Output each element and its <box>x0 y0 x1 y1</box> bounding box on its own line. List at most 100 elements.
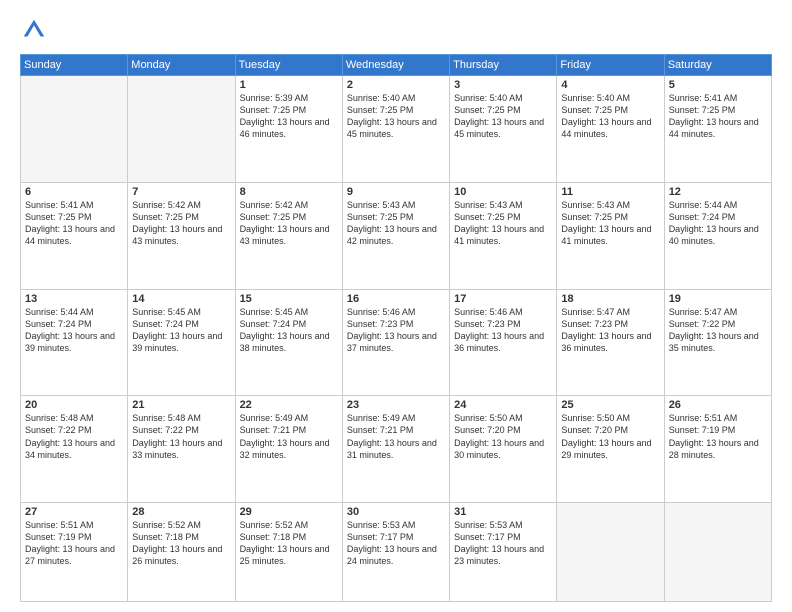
calendar-cell: 15Sunrise: 5:45 AM Sunset: 7:24 PM Dayli… <box>235 289 342 396</box>
calendar-cell: 22Sunrise: 5:49 AM Sunset: 7:21 PM Dayli… <box>235 396 342 503</box>
day-number: 10 <box>454 186 552 198</box>
calendar-cell: 16Sunrise: 5:46 AM Sunset: 7:23 PM Dayli… <box>342 289 449 396</box>
day-number: 1 <box>240 79 338 91</box>
day-info: Sunrise: 5:42 AM Sunset: 7:25 PM Dayligh… <box>132 199 230 248</box>
day-info: Sunrise: 5:47 AM Sunset: 7:23 PM Dayligh… <box>561 306 659 355</box>
day-number: 15 <box>240 293 338 305</box>
calendar-cell: 9Sunrise: 5:43 AM Sunset: 7:25 PM Daylig… <box>342 182 449 289</box>
day-info: Sunrise: 5:46 AM Sunset: 7:23 PM Dayligh… <box>347 306 445 355</box>
calendar-cell <box>128 76 235 183</box>
day-number: 3 <box>454 79 552 91</box>
day-info: Sunrise: 5:41 AM Sunset: 7:25 PM Dayligh… <box>25 199 123 248</box>
calendar-cell: 8Sunrise: 5:42 AM Sunset: 7:25 PM Daylig… <box>235 182 342 289</box>
day-info: Sunrise: 5:53 AM Sunset: 7:17 PM Dayligh… <box>347 519 445 568</box>
day-number: 14 <box>132 293 230 305</box>
day-number: 8 <box>240 186 338 198</box>
header <box>20 16 772 44</box>
day-info: Sunrise: 5:48 AM Sunset: 7:22 PM Dayligh… <box>132 412 230 461</box>
day-number: 7 <box>132 186 230 198</box>
calendar-cell: 24Sunrise: 5:50 AM Sunset: 7:20 PM Dayli… <box>450 396 557 503</box>
day-info: Sunrise: 5:39 AM Sunset: 7:25 PM Dayligh… <box>240 92 338 141</box>
day-info: Sunrise: 5:52 AM Sunset: 7:18 PM Dayligh… <box>240 519 338 568</box>
day-number: 4 <box>561 79 659 91</box>
day-info: Sunrise: 5:49 AM Sunset: 7:21 PM Dayligh… <box>347 412 445 461</box>
day-number: 6 <box>25 186 123 198</box>
day-number: 24 <box>454 399 552 411</box>
day-number: 2 <box>347 79 445 91</box>
day-info: Sunrise: 5:45 AM Sunset: 7:24 PM Dayligh… <box>132 306 230 355</box>
calendar-cell: 2Sunrise: 5:40 AM Sunset: 7:25 PM Daylig… <box>342 76 449 183</box>
calendar-week-5: 27Sunrise: 5:51 AM Sunset: 7:19 PM Dayli… <box>21 503 772 602</box>
day-info: Sunrise: 5:43 AM Sunset: 7:25 PM Dayligh… <box>454 199 552 248</box>
calendar-cell: 29Sunrise: 5:52 AM Sunset: 7:18 PM Dayli… <box>235 503 342 602</box>
calendar-header-row: SundayMondayTuesdayWednesdayThursdayFrid… <box>21 55 772 76</box>
day-number: 28 <box>132 506 230 518</box>
day-number: 27 <box>25 506 123 518</box>
calendar-cell: 6Sunrise: 5:41 AM Sunset: 7:25 PM Daylig… <box>21 182 128 289</box>
calendar-cell: 4Sunrise: 5:40 AM Sunset: 7:25 PM Daylig… <box>557 76 664 183</box>
calendar-cell: 19Sunrise: 5:47 AM Sunset: 7:22 PM Dayli… <box>664 289 771 396</box>
calendar-cell: 13Sunrise: 5:44 AM Sunset: 7:24 PM Dayli… <box>21 289 128 396</box>
calendar-week-4: 20Sunrise: 5:48 AM Sunset: 7:22 PM Dayli… <box>21 396 772 503</box>
day-number: 12 <box>669 186 767 198</box>
logo <box>20 16 52 44</box>
day-header-thursday: Thursday <box>450 55 557 76</box>
day-number: 18 <box>561 293 659 305</box>
day-info: Sunrise: 5:43 AM Sunset: 7:25 PM Dayligh… <box>561 199 659 248</box>
calendar-cell <box>664 503 771 602</box>
calendar-cell <box>21 76 128 183</box>
day-info: Sunrise: 5:52 AM Sunset: 7:18 PM Dayligh… <box>132 519 230 568</box>
calendar-table: SundayMondayTuesdayWednesdayThursdayFrid… <box>20 54 772 602</box>
day-info: Sunrise: 5:53 AM Sunset: 7:17 PM Dayligh… <box>454 519 552 568</box>
calendar-cell: 12Sunrise: 5:44 AM Sunset: 7:24 PM Dayli… <box>664 182 771 289</box>
day-info: Sunrise: 5:48 AM Sunset: 7:22 PM Dayligh… <box>25 412 123 461</box>
day-number: 30 <box>347 506 445 518</box>
calendar-cell: 27Sunrise: 5:51 AM Sunset: 7:19 PM Dayli… <box>21 503 128 602</box>
day-header-tuesday: Tuesday <box>235 55 342 76</box>
page: SundayMondayTuesdayWednesdayThursdayFrid… <box>0 0 792 612</box>
calendar-cell: 20Sunrise: 5:48 AM Sunset: 7:22 PM Dayli… <box>21 396 128 503</box>
day-number: 31 <box>454 506 552 518</box>
logo-icon <box>20 16 48 44</box>
day-number: 22 <box>240 399 338 411</box>
day-info: Sunrise: 5:51 AM Sunset: 7:19 PM Dayligh… <box>25 519 123 568</box>
day-number: 23 <box>347 399 445 411</box>
calendar-cell: 14Sunrise: 5:45 AM Sunset: 7:24 PM Dayli… <box>128 289 235 396</box>
day-header-saturday: Saturday <box>664 55 771 76</box>
day-info: Sunrise: 5:49 AM Sunset: 7:21 PM Dayligh… <box>240 412 338 461</box>
day-info: Sunrise: 5:40 AM Sunset: 7:25 PM Dayligh… <box>347 92 445 141</box>
calendar-week-2: 6Sunrise: 5:41 AM Sunset: 7:25 PM Daylig… <box>21 182 772 289</box>
day-info: Sunrise: 5:44 AM Sunset: 7:24 PM Dayligh… <box>25 306 123 355</box>
day-header-sunday: Sunday <box>21 55 128 76</box>
day-number: 11 <box>561 186 659 198</box>
calendar-cell: 10Sunrise: 5:43 AM Sunset: 7:25 PM Dayli… <box>450 182 557 289</box>
calendar-week-1: 1Sunrise: 5:39 AM Sunset: 7:25 PM Daylig… <box>21 76 772 183</box>
day-header-wednesday: Wednesday <box>342 55 449 76</box>
day-info: Sunrise: 5:45 AM Sunset: 7:24 PM Dayligh… <box>240 306 338 355</box>
day-info: Sunrise: 5:47 AM Sunset: 7:22 PM Dayligh… <box>669 306 767 355</box>
calendar-cell: 23Sunrise: 5:49 AM Sunset: 7:21 PM Dayli… <box>342 396 449 503</box>
calendar-cell: 7Sunrise: 5:42 AM Sunset: 7:25 PM Daylig… <box>128 182 235 289</box>
day-number: 25 <box>561 399 659 411</box>
calendar-cell: 31Sunrise: 5:53 AM Sunset: 7:17 PM Dayli… <box>450 503 557 602</box>
day-info: Sunrise: 5:42 AM Sunset: 7:25 PM Dayligh… <box>240 199 338 248</box>
day-info: Sunrise: 5:51 AM Sunset: 7:19 PM Dayligh… <box>669 412 767 461</box>
calendar-cell: 1Sunrise: 5:39 AM Sunset: 7:25 PM Daylig… <box>235 76 342 183</box>
calendar-cell: 28Sunrise: 5:52 AM Sunset: 7:18 PM Dayli… <box>128 503 235 602</box>
calendar-cell: 25Sunrise: 5:50 AM Sunset: 7:20 PM Dayli… <box>557 396 664 503</box>
calendar-cell: 5Sunrise: 5:41 AM Sunset: 7:25 PM Daylig… <box>664 76 771 183</box>
day-info: Sunrise: 5:43 AM Sunset: 7:25 PM Dayligh… <box>347 199 445 248</box>
calendar-cell: 18Sunrise: 5:47 AM Sunset: 7:23 PM Dayli… <box>557 289 664 396</box>
calendar-cell: 26Sunrise: 5:51 AM Sunset: 7:19 PM Dayli… <box>664 396 771 503</box>
calendar-cell: 21Sunrise: 5:48 AM Sunset: 7:22 PM Dayli… <box>128 396 235 503</box>
day-info: Sunrise: 5:46 AM Sunset: 7:23 PM Dayligh… <box>454 306 552 355</box>
day-number: 16 <box>347 293 445 305</box>
calendar-cell: 30Sunrise: 5:53 AM Sunset: 7:17 PM Dayli… <box>342 503 449 602</box>
day-info: Sunrise: 5:44 AM Sunset: 7:24 PM Dayligh… <box>669 199 767 248</box>
day-info: Sunrise: 5:40 AM Sunset: 7:25 PM Dayligh… <box>561 92 659 141</box>
day-number: 19 <box>669 293 767 305</box>
calendar-cell: 11Sunrise: 5:43 AM Sunset: 7:25 PM Dayli… <box>557 182 664 289</box>
day-info: Sunrise: 5:50 AM Sunset: 7:20 PM Dayligh… <box>454 412 552 461</box>
day-number: 20 <box>25 399 123 411</box>
calendar-week-3: 13Sunrise: 5:44 AM Sunset: 7:24 PM Dayli… <box>21 289 772 396</box>
